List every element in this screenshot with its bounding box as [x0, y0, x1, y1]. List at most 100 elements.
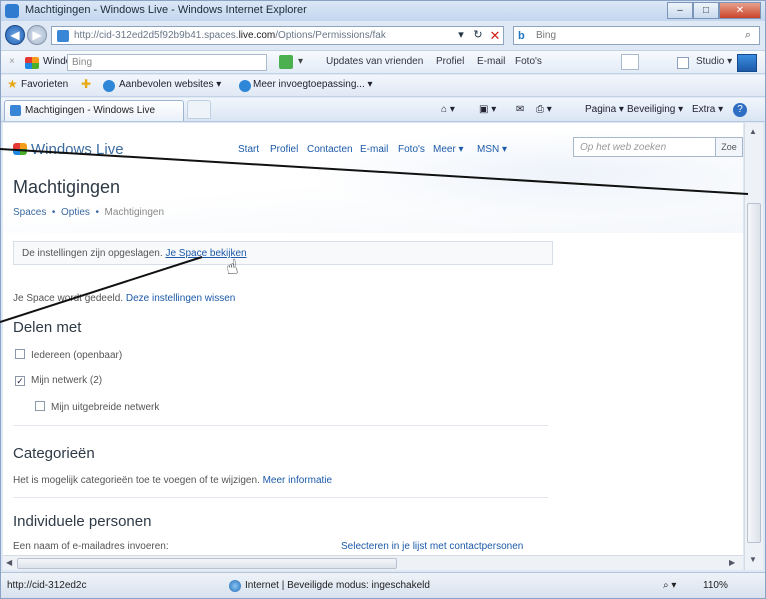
close-button[interactable]: ✕ [719, 2, 761, 19]
home-icon[interactable]: ⌂ ▾ [441, 104, 455, 115]
nav-email[interactable]: E-mail [360, 144, 388, 155]
safety-menu[interactable]: Beveiliging ▾ [627, 104, 683, 115]
toolbar-widget-icon[interactable] [621, 54, 639, 70]
everyone-checkbox[interactable] [15, 349, 25, 359]
toolbar-email-link[interactable]: E-mail [477, 56, 505, 67]
clear-settings-link[interactable]: Deze instellingen wissen [126, 293, 236, 304]
stop-icon[interactable]: ✕ [487, 26, 503, 45]
breadcrumb-separator: • [51, 207, 56, 218]
site-logo-text: Windows Live [31, 141, 124, 158]
vertical-scrollbar[interactable]: ▲ ▼ [744, 123, 763, 570]
windows-live-butterfly-icon [13, 143, 27, 155]
forward-button[interactable]: ▶ [27, 25, 47, 45]
scroll-left-icon[interactable]: ◀ [6, 558, 12, 567]
extended-network-checkbox[interactable] [35, 401, 45, 411]
option-label: Mijn netwerk (2) [31, 375, 103, 386]
categories-text: Het is mogelijk categorieën toe te voege… [13, 475, 332, 486]
my-network-checkbox[interactable]: ✓ [15, 376, 25, 386]
zoom-level[interactable]: 110% [703, 580, 728, 591]
option-my-network[interactable]: ✓ Mijn netwerk (2) [15, 375, 102, 386]
nav-contacts[interactable]: Contacten [307, 144, 353, 155]
address-dropdown-icon[interactable]: ▾ [453, 26, 469, 45]
browser-window: Machtigingen - Windows Live - Windows In… [0, 0, 766, 599]
select-contacts-link[interactable]: Selecteren in je lijst met contactperson… [341, 541, 523, 552]
toolbar-updates-link[interactable]: Updates van vrienden [326, 56, 423, 67]
tab-machtigingen[interactable]: Machtigingen - Windows Live [4, 100, 184, 121]
tab-page-icon [10, 105, 21, 116]
refresh-icon[interactable]: ↻ [470, 26, 486, 45]
web-search-input[interactable]: Op het web zoeken [573, 137, 725, 157]
nav-start[interactable]: Start [238, 144, 259, 155]
url-suffix: /Options/Permissions/fak [275, 30, 386, 41]
breadcrumb-separator: • [95, 207, 99, 218]
toolbar-profile-link[interactable]: Profiel [436, 56, 464, 67]
people-text: Een naam of e-mailadres invoeren: [13, 541, 169, 552]
nav-profile[interactable]: Profiel [270, 144, 298, 155]
windows-live-logo-icon [25, 57, 39, 69]
search-input[interactable]: b Bing ⌕ [513, 26, 760, 45]
favorites-star-icon: ★ [7, 77, 18, 91]
toolbar-search-dropdown-icon[interactable]: ▾ [298, 56, 303, 67]
option-extended-network[interactable]: Mijn uitgebreide netwerk [35, 401, 159, 413]
mail-icon[interactable]: ✉ [516, 104, 524, 115]
status-url: http://cid-312ed2c [7, 580, 87, 591]
breadcrumb-options[interactable]: Opties [61, 207, 90, 218]
toolbar-search-input[interactable]: Bing [67, 54, 267, 71]
site-logo[interactable]: Windows Live [13, 141, 124, 158]
toolbar-photos-link[interactable]: Foto's [515, 56, 542, 67]
extra-menu[interactable]: Extra ▾ [692, 104, 723, 115]
favorites-bar: ★ Favorieten ✚ Aanbevolen websites ▾ Mee… [1, 75, 765, 97]
toolbar-search-go-icon[interactable] [279, 55, 293, 69]
favorites-button[interactable]: Favorieten [21, 79, 68, 90]
back-button[interactable]: ◀ [5, 25, 25, 45]
print-icon[interactable]: ⎙ ▾ [536, 104, 552, 115]
internet-globe-icon [229, 580, 241, 592]
shared-status: Je Space wordt gedeeld. Deze instellinge… [13, 293, 235, 304]
breadcrumb-spaces[interactable]: Spaces [13, 207, 46, 218]
notice-text: De instellingen zijn opgeslagen. [22, 248, 163, 259]
toolbar-studio-button[interactable]: Studio ▾ [696, 56, 732, 67]
search-icon[interactable]: ⌕ [745, 29, 751, 42]
more-info-link[interactable]: Meer informatie [263, 475, 332, 486]
address-bar[interactable]: http://cid-312ed2d5f92b9b41.spaces.live.… [51, 26, 504, 45]
maximize-button[interactable]: □ [693, 2, 719, 19]
option-label: Mijn uitgebreide netwerk [51, 402, 160, 413]
shared-text: Je Space wordt gedeeld. [13, 293, 124, 304]
scroll-up-icon[interactable]: ▲ [749, 127, 757, 136]
vertical-scroll-thumb[interactable] [747, 203, 761, 543]
command-bar: Machtigingen - Windows Live ⌂ ▾ ▣ ▾ ✉ ⎙ … [1, 98, 765, 122]
new-tab-button[interactable] [187, 100, 211, 119]
settings-saved-notice: De instellingen zijn opgeslagen. Je Spac… [13, 241, 553, 265]
feeds-icon[interactable]: ▣ ▾ [479, 104, 496, 115]
help-icon[interactable]: ? [733, 103, 747, 117]
add-favorite-icon[interactable]: ✚ [81, 77, 91, 91]
ie-icon [5, 4, 19, 18]
divider [13, 497, 548, 498]
scroll-right-icon[interactable]: ▶ [729, 558, 735, 567]
horizontal-scrollbar[interactable]: ◀ ▶ [3, 555, 743, 570]
status-bar: http://cid-312ed2c Internet | Beveiligde… [1, 572, 765, 598]
scroll-down-icon[interactable]: ▼ [749, 555, 757, 564]
option-label: Iedereen (openbaar) [31, 350, 123, 361]
url-prefix: http://cid-312ed2d5f92b9b41.spaces. [74, 30, 239, 41]
tab-label: Machtigingen - Windows Live [25, 105, 156, 116]
nav-more[interactable]: Meer ▾ [433, 144, 464, 155]
recommended-sites-link[interactable]: Aanbevolen websites ▾ [119, 79, 221, 90]
more-addons-link[interactable]: Meer invoegtoepassing... ▾ [253, 79, 373, 90]
breadcrumb-current: Machtigingen [104, 207, 165, 218]
window-controls: – □ ✕ [667, 2, 761, 19]
nav-msn[interactable]: MSN ▾ [477, 144, 507, 155]
page-icon [57, 30, 69, 42]
toolbar-messenger-icon[interactable] [737, 54, 757, 72]
option-everyone[interactable]: Iedereen (openbaar) [15, 349, 122, 361]
nav-photos[interactable]: Foto's [398, 144, 425, 155]
categories-description: Het is mogelijk categorieën toe te voege… [13, 475, 260, 486]
breadcrumb: Spaces • Opties • Machtigingen [13, 207, 164, 218]
web-search-button[interactable]: Zoe [715, 137, 743, 157]
minimize-button[interactable]: – [667, 2, 693, 19]
zoom-tools-icon[interactable]: ⌕ ▾ [663, 580, 676, 591]
horizontal-scroll-thumb[interactable] [17, 558, 397, 569]
toolbar-close-icon[interactable]: × [9, 56, 15, 67]
page-menu[interactable]: Pagina ▾ [585, 104, 624, 115]
addons-icon [239, 80, 251, 92]
